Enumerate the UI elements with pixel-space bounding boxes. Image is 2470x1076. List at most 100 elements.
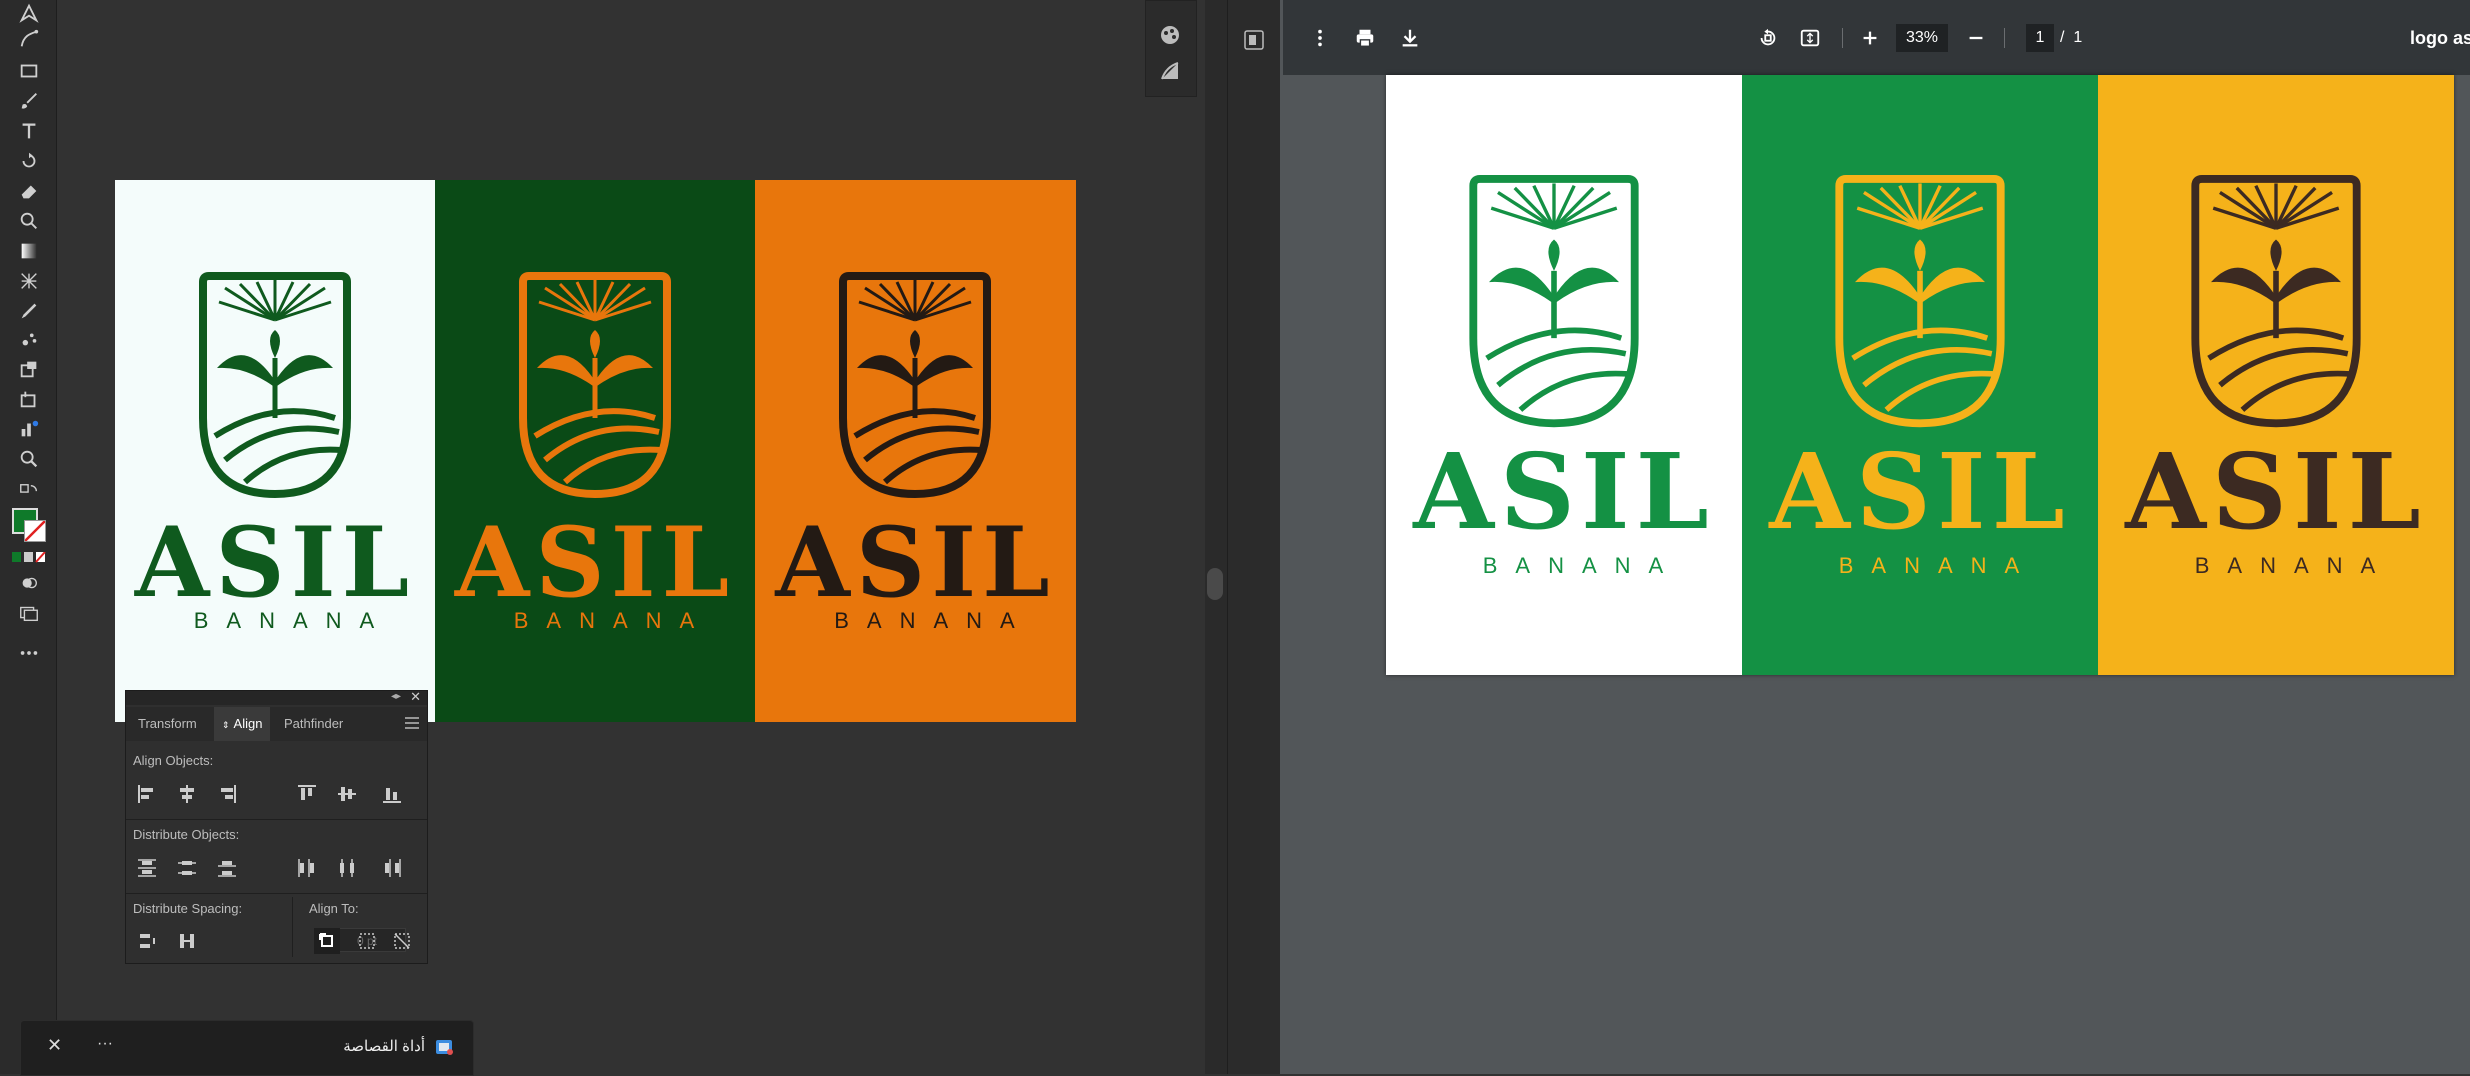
brand-subtitle: BANANA bbox=[1482, 553, 1682, 578]
gradient-tool-icon[interactable] bbox=[16, 238, 42, 264]
zoom-in-icon[interactable] bbox=[1856, 24, 1884, 52]
divider bbox=[126, 819, 427, 820]
tab-align[interactable]: ⇕ Align bbox=[214, 707, 271, 741]
menu-icon[interactable] bbox=[1306, 24, 1334, 52]
download-icon[interactable] bbox=[1396, 24, 1424, 52]
logo-emblem bbox=[839, 272, 991, 499]
logo-emblem bbox=[1835, 175, 2005, 428]
vertical-distribute-center-icon[interactable] bbox=[174, 855, 200, 881]
more-options-icon[interactable]: ··· bbox=[97, 1035, 113, 1053]
horizontal-distribute-center-icon[interactable] bbox=[334, 855, 360, 881]
eraser-tool-icon[interactable] bbox=[16, 178, 42, 204]
brand-subtitle: BANANA bbox=[2194, 553, 2394, 578]
align-to-selection-icon[interactable] bbox=[354, 928, 380, 954]
rotate-icon[interactable] bbox=[1754, 24, 1782, 52]
shape-builder-tool-icon[interactable] bbox=[16, 208, 42, 234]
eyedropper-tool-icon[interactable] bbox=[16, 298, 42, 324]
snipping-tool-label: أداة القصاصة bbox=[343, 1038, 425, 1055]
brand-name: ASIL bbox=[454, 506, 736, 619]
brand-name: ASIL bbox=[775, 506, 1056, 619]
color-mode-icons[interactable] bbox=[12, 552, 46, 564]
horizontal-align-left-icon[interactable] bbox=[134, 781, 160, 807]
align-to-key-object-icon[interactable] bbox=[314, 928, 340, 954]
current-page-input[interactable]: 1 bbox=[2026, 24, 2054, 52]
vertical-distribute-top-icon[interactable] bbox=[134, 855, 160, 881]
curvature-tool-icon[interactable] bbox=[16, 26, 42, 52]
vertical-scrollbar[interactable] bbox=[1205, 0, 1227, 1074]
brand-subtitle: BANANA bbox=[193, 608, 393, 633]
symbol-sprayer-tool-icon[interactable] bbox=[16, 326, 42, 352]
brand-subtitle: BANANA bbox=[513, 608, 713, 633]
logo-emblem bbox=[1469, 175, 1639, 428]
zoom-tool-icon[interactable] bbox=[16, 446, 42, 472]
dock-panel-column bbox=[1227, 0, 1281, 1074]
stroke-swatch[interactable] bbox=[24, 520, 46, 542]
toolbar-separator bbox=[2004, 28, 2005, 48]
color-guide-icon[interactable] bbox=[1158, 23, 1184, 49]
align-objects-label: Align Objects: bbox=[133, 753, 214, 768]
logo-emblem bbox=[199, 272, 351, 499]
libraries-icon[interactable] bbox=[1242, 28, 1266, 52]
rotate-tool-icon[interactable] bbox=[16, 148, 42, 174]
paintbrush-tool-icon[interactable] bbox=[16, 88, 42, 114]
horizontal-align-center-icon[interactable] bbox=[174, 781, 200, 807]
horizontal-distribute-right-icon[interactable] bbox=[379, 855, 405, 881]
panel-tabs: Transform ⇕ Align Pathfinder bbox=[126, 707, 427, 741]
close-panel-icon[interactable]: ✕ bbox=[410, 689, 421, 705]
default-fill-stroke-icon[interactable] bbox=[16, 480, 42, 506]
distribute-spacing-label: Distribute Spacing: bbox=[133, 901, 243, 916]
page-count: / 1 bbox=[2060, 24, 2082, 52]
tab-transform[interactable]: Transform bbox=[138, 707, 197, 741]
print-icon[interactable] bbox=[1351, 24, 1379, 52]
draw-mode-icon[interactable] bbox=[16, 570, 42, 596]
pdf-page: ASIL BANANA ASIL BANANA ASIL BANANA bbox=[1386, 75, 2454, 675]
distribute-objects-label: Distribute Objects: bbox=[133, 827, 240, 842]
close-snip-icon[interactable]: ✕ bbox=[47, 1035, 62, 1056]
brand-subtitle: BANANA bbox=[834, 608, 1033, 633]
vertical-align-top-icon[interactable] bbox=[294, 781, 320, 807]
panel-menu-icon[interactable] bbox=[405, 717, 419, 729]
horizontal-distribute-space-icon[interactable] bbox=[174, 928, 200, 954]
logo-emblem bbox=[2191, 175, 2361, 428]
panel-drag-bar[interactable]: ◂▸ ✕ bbox=[126, 689, 427, 705]
vertical-distribute-bottom-icon[interactable] bbox=[214, 855, 240, 881]
logo-emblem bbox=[519, 272, 671, 499]
horizontal-align-right-icon[interactable] bbox=[214, 781, 240, 807]
tab-pathfinder[interactable]: Pathfinder bbox=[284, 707, 343, 741]
zoom-out-icon[interactable] bbox=[1962, 24, 1990, 52]
page-total: 1 bbox=[2073, 29, 2083, 46]
snipping-tool-bar: ✕ ··· أداة القصاصة bbox=[20, 1020, 474, 1076]
section-divider bbox=[292, 897, 293, 957]
gradient-panel-icon[interactable] bbox=[1158, 59, 1184, 85]
brand-name: ASIL bbox=[1413, 430, 1715, 553]
mesh-tool-icon[interactable] bbox=[16, 268, 42, 294]
align-to-artboard-icon[interactable] bbox=[389, 928, 415, 954]
horizontal-distribute-left-icon[interactable] bbox=[294, 855, 320, 881]
collapse-panel-icon[interactable]: ◂▸ bbox=[391, 691, 401, 702]
artboard[interactable]: ASIL BANANA ASIL BANANA ASIL BANANA bbox=[115, 180, 1076, 722]
vertical-align-center-icon[interactable] bbox=[334, 781, 360, 807]
screen-mode-icon[interactable] bbox=[16, 600, 42, 626]
document-title: logo as bbox=[2410, 28, 2470, 48]
pen-tool-icon[interactable] bbox=[16, 0, 42, 26]
slice-tool-icon[interactable] bbox=[16, 386, 42, 412]
artboard-tool-icon[interactable] bbox=[16, 356, 42, 382]
more-tools-icon[interactable] bbox=[16, 640, 42, 666]
brand-name: ASIL bbox=[1769, 430, 2071, 553]
brand-name: ASIL bbox=[2125, 430, 2427, 553]
align-panel: ◂▸ ✕ Transform ⇕ Align Pathfinder Align O… bbox=[125, 689, 428, 964]
type-tool-icon[interactable] bbox=[16, 118, 42, 144]
toolbar-separator bbox=[1842, 28, 1843, 48]
align-to-label: Align To: bbox=[309, 901, 359, 916]
scrollbar-thumb[interactable] bbox=[1207, 568, 1223, 600]
divider bbox=[126, 893, 427, 894]
rectangle-tool-icon[interactable] bbox=[16, 58, 42, 84]
brand-name: ASIL bbox=[134, 506, 416, 619]
tab-arrows-icon: ⇕ bbox=[222, 720, 230, 730]
fit-page-icon[interactable] bbox=[1796, 24, 1824, 52]
brand-subtitle: BANANA bbox=[1838, 553, 2038, 578]
vertical-distribute-space-icon[interactable] bbox=[134, 928, 160, 954]
zoom-level-field[interactable]: 33% bbox=[1896, 24, 1948, 52]
vertical-align-bottom-icon[interactable] bbox=[379, 781, 405, 807]
graph-tool-icon[interactable] bbox=[16, 416, 42, 442]
